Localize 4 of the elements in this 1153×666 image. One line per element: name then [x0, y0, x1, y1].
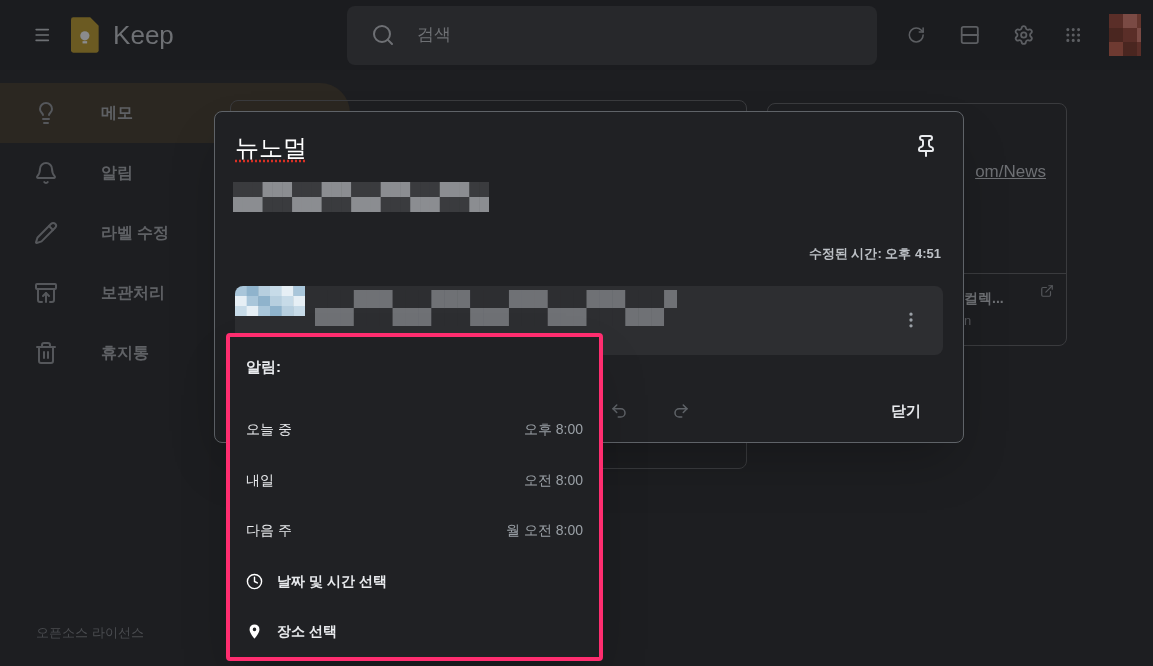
menu-title: 알림: — [246, 357, 282, 377]
app-name: Keep — [113, 18, 174, 52]
preview-title: 컬렉... — [964, 289, 1004, 308]
modified-time: 수정된 시간: 오후 4:51 — [808, 245, 941, 263]
